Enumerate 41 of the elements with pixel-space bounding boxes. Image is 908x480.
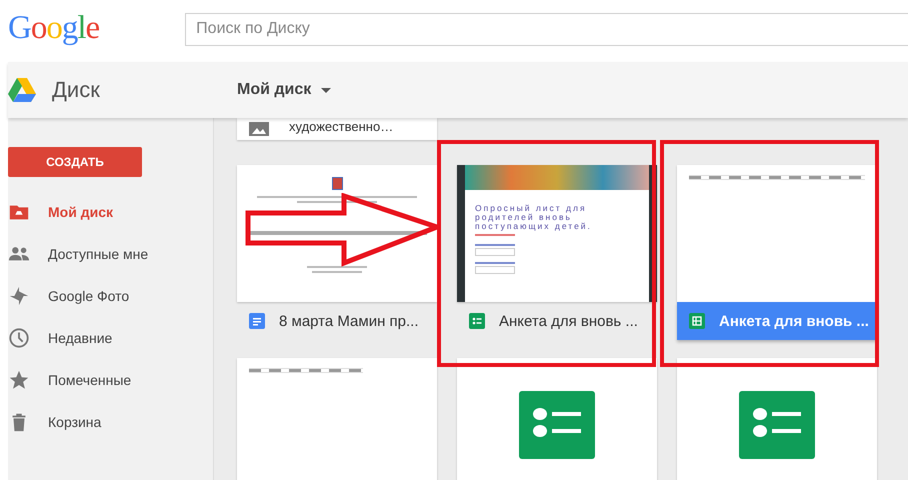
sheet-file-icon (689, 313, 705, 329)
caret-icon (321, 88, 332, 92)
emblem-icon (332, 177, 342, 190)
file-card[interactable]: Опросный лист для родителей вновь поступающих детей. Анкета для вновь ... (457, 165, 657, 340)
sidebar-item[interactable]: Недавние (8, 317, 213, 359)
search-field[interactable]: Поиск по Диску (185, 12, 908, 46)
file-name: художественно… (289, 118, 394, 134)
star-icon (8, 369, 30, 391)
doc-file-icon (249, 313, 265, 329)
text-line (307, 266, 367, 268)
text-line (475, 234, 515, 236)
sidebar-item[interactable]: Помеченные (8, 359, 213, 401)
google-logo: Google (8, 10, 100, 46)
create-button[interactable]: СОЗДАТЬ (8, 147, 142, 177)
form-icon (739, 391, 815, 459)
sidebar-item[interactable]: Google Фото (8, 275, 213, 317)
input-field (475, 266, 515, 274)
file-name: Анкета для вновь ... (499, 312, 638, 330)
sidebar-item[interactable]: Доступные мне (8, 233, 213, 275)
photos-icon (8, 285, 30, 307)
drive-logo-icon (8, 78, 36, 102)
clock-icon (8, 327, 30, 349)
form-icon (519, 391, 595, 459)
sidebar-item[interactable]: Корзина (8, 401, 213, 443)
file-card[interactable]: художественно… (237, 118, 437, 140)
sidebar-item[interactable]: Мой диск (8, 191, 213, 233)
file-name: Анкета для вновь ... (719, 312, 869, 330)
file-card[interactable] (677, 358, 877, 480)
input-field (475, 248, 515, 256)
form-file-icon (469, 313, 485, 329)
text-line (475, 262, 515, 264)
file-card[interactable]: 8 марта Мамин пр... (237, 165, 437, 340)
image-file-icon (249, 122, 269, 136)
location-dropdown[interactable]: Мой диск (237, 81, 332, 99)
file-name: 8 марта Мамин пр... (279, 312, 419, 330)
file-card[interactable] (457, 358, 657, 480)
text-line (312, 271, 362, 273)
file-card[interactable]: Анкета для вновь ... (677, 165, 877, 340)
app-name: Диск (52, 77, 100, 103)
text-line (475, 244, 515, 246)
form-title: Опросный лист для родителей вновь поступающих детей. (475, 204, 593, 231)
